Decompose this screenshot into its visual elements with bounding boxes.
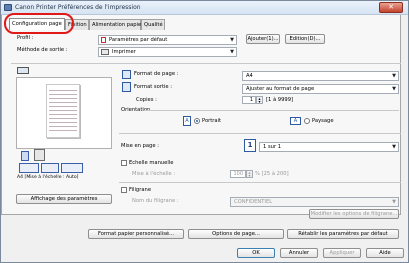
- restore-defaults-button[interactable]: Rétablir les paramètres par défaut: [287, 229, 399, 239]
- printer-app-icon: [4, 4, 12, 11]
- copies-stepper[interactable]: ▴ ▾: [256, 96, 263, 104]
- page-format-value: A4: [246, 73, 253, 79]
- watermark-value: CONFIDENTIEL: [234, 199, 273, 205]
- highlight-annotation: [4, 13, 74, 34]
- watermark-name-label: Nom du filigrane :: [132, 198, 179, 204]
- landscape-label: Paysage: [312, 118, 334, 124]
- profile-label: Profil :: [17, 35, 34, 41]
- layout-icon-3[interactable]: [61, 163, 83, 173]
- copies-input[interactable]: 1: [242, 96, 256, 104]
- manual-scaling-label: Echelle manuelle: [129, 160, 174, 166]
- cancel-button-label: Annuler: [288, 250, 310, 256]
- apply-button[interactable]: Appliquer: [323, 248, 361, 258]
- printer-preferences-window: Canon Printer Préférences de l'impressio…: [0, 0, 409, 263]
- chevron-down-icon: ▼: [392, 73, 396, 79]
- edit-profile-button[interactable]: Edition(D)...: [285, 34, 325, 44]
- landscape-radio[interactable]: [304, 118, 310, 124]
- printer-icon: [101, 49, 109, 55]
- output-format-label: Format sortie :: [134, 84, 173, 90]
- display-settings-button[interactable]: Affichage des paramètres: [16, 194, 112, 204]
- copies-range: [1 à 9999]: [266, 97, 294, 103]
- close-icon: ✕: [388, 3, 394, 11]
- tab-paper-source[interactable]: Alimentation papier: [89, 19, 144, 30]
- page-layout-label: Mise en page :: [121, 143, 159, 149]
- window-title: Canon Printer Préférences de l'impressio…: [15, 4, 141, 11]
- chevron-down-icon: ▼: [392, 86, 396, 92]
- page-format-icon: [122, 70, 131, 79]
- page-layout-icon: 1: [244, 139, 256, 152]
- output-format-dropdown[interactable]: Ajuster au format de page ▼: [242, 84, 399, 94]
- chevron-down-icon: ▼: [230, 37, 234, 43]
- page-layout-dropdown[interactable]: 1 sur 1 ▼: [259, 142, 399, 152]
- help-button-label: Aide: [379, 250, 391, 256]
- profile-dropdown[interactable]: Paramètres par défaut ▼: [98, 35, 237, 45]
- chevron-down-icon: ▼: [230, 49, 234, 55]
- output-method-dropdown[interactable]: Imprimer ▼: [98, 47, 237, 57]
- manual-scaling-checkbox[interactable]: [121, 160, 127, 166]
- modify-watermark-button-label: Modifier les options de filigrane...: [310, 211, 398, 217]
- page-options-button[interactable]: Options de page...: [188, 229, 284, 239]
- separator: [119, 182, 401, 183]
- separator: [11, 63, 401, 64]
- landscape-icon: A: [290, 117, 301, 125]
- scaling-range: % [25 à 200]: [255, 171, 289, 177]
- ok-button[interactable]: OK: [237, 248, 275, 258]
- scaling-stepper[interactable]: ▴ ▾: [246, 170, 253, 178]
- profile-icon: [101, 37, 106, 43]
- portrait-label: Portrait: [202, 118, 222, 124]
- page-format-label: Format de page :: [134, 71, 179, 77]
- watermark-checkbox[interactable]: [121, 187, 127, 193]
- page-format-dropdown[interactable]: A4 ▼: [242, 71, 399, 81]
- help-button[interactable]: Aide: [366, 248, 404, 258]
- custom-paper-size-button[interactable]: Format papier personnalisé...: [88, 229, 184, 239]
- tab-label: Alimentation papier: [92, 22, 144, 28]
- watermark-dropdown[interactable]: CONFIDENTIEL ▼: [230, 197, 399, 207]
- page-preview: [16, 77, 112, 149]
- portrait-icon: A: [183, 116, 191, 126]
- output-format-value: Ajuster au format de page: [246, 86, 315, 92]
- stepper-down-icon: ▾: [258, 99, 261, 104]
- output-method-value: Imprimer: [112, 49, 136, 55]
- output-method-label: Méthode de sortie :: [17, 47, 68, 53]
- cancel-button[interactable]: Annuler: [280, 248, 318, 258]
- add-profile-button-label: Ajouter(1)...: [247, 36, 279, 42]
- close-button[interactable]: ✕: [379, 2, 403, 13]
- restore-defaults-button-label: Rétablir les paramètres par défaut: [298, 231, 388, 237]
- preview-caption: A4 [Mise à l'échelle : Auto]: [17, 175, 79, 180]
- booklet-preview-icon[interactable]: [34, 149, 45, 161]
- layout-icon-1[interactable]: [19, 163, 39, 173]
- add-profile-button[interactable]: Ajouter(1)...: [246, 34, 280, 44]
- tab-label: Qualité: [144, 22, 163, 28]
- modify-watermark-button[interactable]: Modifier les options de filigrane...: [309, 209, 399, 219]
- stepper-down-icon: ▾: [248, 173, 251, 178]
- scaling-input[interactable]: 100: [230, 170, 246, 178]
- scaling-label: Mise à l'échelle :: [132, 171, 176, 177]
- page-layout-value: 1 sur 1: [263, 144, 282, 150]
- orientation-separator: [144, 110, 399, 111]
- preview-mode-icon[interactable]: [17, 67, 29, 74]
- copies-label: Copies :: [136, 97, 157, 103]
- chevron-down-icon: ▼: [392, 199, 396, 205]
- watermark-label: Filigrane: [129, 187, 152, 193]
- preview-page-content: [49, 88, 77, 134]
- custom-paper-size-button-label: Format papier personnalisé...: [97, 231, 175, 237]
- output-format-icon: [122, 82, 131, 92]
- layout-icon-2[interactable]: [41, 163, 59, 173]
- tab-quality[interactable]: Qualité: [141, 19, 165, 30]
- preview-page-sheet: [46, 84, 80, 138]
- apply-button-label: Appliquer: [329, 250, 355, 256]
- display-settings-button-label: Affichage des paramètres: [30, 196, 98, 202]
- chevron-down-icon: ▼: [392, 144, 396, 150]
- portrait-preview-icon[interactable]: [21, 151, 29, 161]
- edit-profile-button-label: Edition(D)...: [289, 36, 321, 42]
- profile-value: Paramètres par défaut: [109, 37, 168, 43]
- page-options-button-label: Options de page...: [212, 231, 260, 237]
- portrait-radio[interactable]: [194, 118, 200, 124]
- ok-button-label: OK: [252, 250, 260, 256]
- separator: [119, 133, 401, 134]
